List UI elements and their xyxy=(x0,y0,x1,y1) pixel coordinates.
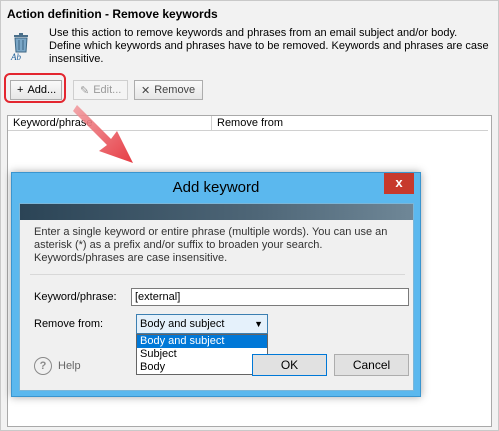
add-keyword-dialog: Add keyword x Enter a single keyword or … xyxy=(11,172,421,397)
pointer-arrow-icon xyxy=(73,105,133,163)
cancel-button[interactable]: Cancel xyxy=(334,354,409,376)
help-icon: ? xyxy=(34,357,52,375)
dropdown-option-body[interactable]: Body xyxy=(137,361,267,374)
panel-description: Use this action to remove keywords and p… xyxy=(49,27,489,65)
remove-keywords-icon: Ab xyxy=(10,33,28,61)
panel-title: Action definition - Remove keywords xyxy=(7,7,218,21)
remove-button-label: Remove xyxy=(154,84,196,96)
edit-button-label: Edit... xyxy=(93,84,122,96)
divider xyxy=(30,274,405,275)
remove-button[interactable]: ✕ Remove xyxy=(134,80,203,100)
dialog-title: Add keyword xyxy=(172,179,260,196)
chevron-down-icon: ▼ xyxy=(254,319,263,329)
dialog-body: Enter a single keyword or entire phrase … xyxy=(19,203,414,391)
ok-button[interactable]: OK xyxy=(252,354,327,376)
remove-from-dropdown[interactable]: Body and subject Subject Body xyxy=(136,334,268,375)
x-icon: ✕ xyxy=(141,84,151,97)
svg-text:Ab: Ab xyxy=(10,52,21,61)
pencil-icon: ✎ xyxy=(80,84,90,97)
dialog-description: Enter a single keyword or entire phrase … xyxy=(34,226,388,264)
column-header-remove-from[interactable]: Remove from xyxy=(212,116,488,131)
dropdown-option-subject[interactable]: Subject xyxy=(137,348,267,361)
help-label: Help xyxy=(58,360,81,372)
remove-from-select[interactable]: Body and subject ▼ xyxy=(136,314,268,334)
add-button[interactable]: + Add... xyxy=(10,80,62,100)
close-button[interactable]: x xyxy=(384,173,414,194)
dialog-banner xyxy=(20,204,413,220)
plus-icon: + xyxy=(17,84,24,96)
remove-from-label: Remove from: xyxy=(34,318,104,330)
add-button-label: Add... xyxy=(27,84,57,96)
dropdown-option-body-and-subject[interactable]: Body and subject xyxy=(137,335,267,348)
keyword-input[interactable]: [external] xyxy=(131,288,409,306)
edit-button[interactable]: ✎ Edit... xyxy=(73,80,128,100)
keyword-label: Keyword/phrase: xyxy=(34,291,117,303)
remove-from-selected-value: Body and subject xyxy=(140,318,225,330)
help-link[interactable]: ? Help xyxy=(34,357,81,375)
